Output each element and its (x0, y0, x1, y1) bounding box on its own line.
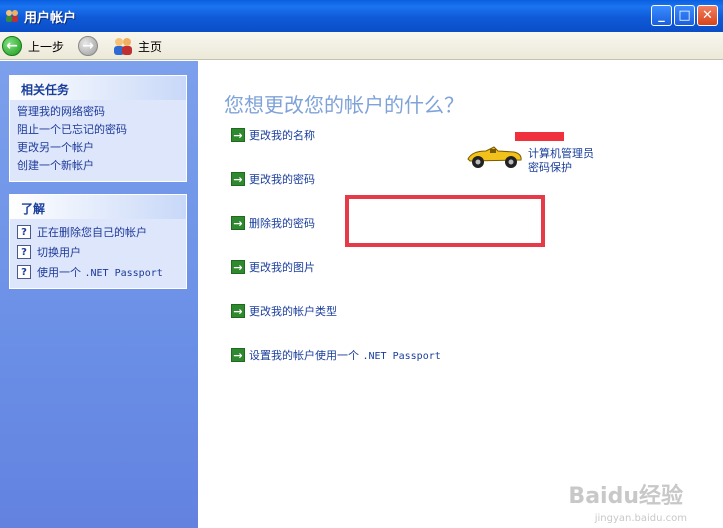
redacted-username (515, 132, 564, 141)
task-link-prevent-forgotten-password[interactable]: 阻止一个已忘记的密码 (17, 121, 186, 139)
green-arrow-icon: → (231, 348, 245, 362)
option-label: 设置我的帐户使用一个 .NET Passport (249, 349, 441, 362)
back-arrow-icon: ← (2, 36, 22, 56)
left-task-pane: 相关任务 管理我的网络密码 阻止一个已忘记的密码 更改另一个帐户 创建一个新帐户… (0, 61, 198, 528)
highlight-box (345, 195, 545, 247)
green-arrow-icon: → (231, 172, 245, 186)
green-arrow-icon: → (231, 216, 245, 230)
option-change-picture[interactable]: → 更改我的图片 (231, 259, 315, 275)
home-users-icon (114, 38, 132, 55)
learn-link-label: 正在删除您自己的帐户 (37, 226, 147, 239)
help-icon: ? (17, 225, 31, 239)
toolbar: ← 上一步 → 主页 (0, 32, 723, 60)
green-arrow-icon: → (231, 128, 245, 142)
minimize-button[interactable]: _ (651, 5, 672, 26)
learn-item-net-passport[interactable]: ? 使用一个 .NET Passport (17, 262, 186, 282)
learn-link-label: 切换用户 (37, 246, 81, 259)
task-link-manage-network-passwords[interactable]: 管理我的网络密码 (17, 103, 186, 121)
learn-about-box: 了解 ? 正在删除您自己的帐户 ? 切换用户 ? 使用一个 .NET Passp… (9, 194, 187, 289)
back-button[interactable]: ← 上一步 (2, 35, 64, 57)
users-icon (6, 10, 18, 22)
option-setup-net-passport[interactable]: → 设置我的帐户使用一个 .NET Passport (231, 347, 441, 363)
window-title: 用户帐户 (24, 11, 77, 26)
watermark-brand: Baidu经验 (568, 484, 683, 509)
option-change-name[interactable]: → 更改我的名称 (231, 127, 315, 143)
related-tasks-title: 相关任务 (10, 76, 186, 100)
back-label: 上一步 (28, 39, 65, 54)
green-arrow-icon: → (231, 260, 245, 274)
task-link-create-new-account[interactable]: 创建一个新帐户 (17, 157, 186, 175)
option-change-password[interactable]: → 更改我的密码 (231, 171, 315, 187)
help-icon: ? (17, 265, 31, 279)
race-car-icon (467, 146, 522, 168)
option-change-account-type[interactable]: → 更改我的帐户类型 (231, 303, 337, 319)
learn-about-title: 了解 (10, 195, 186, 219)
help-icon: ? (17, 245, 31, 259)
account-password-status: 密码保护 (528, 161, 572, 174)
option-label: 更改我的图片 (249, 261, 315, 274)
option-label: 删除我的密码 (249, 217, 315, 230)
maximize-button[interactable]: □ (674, 5, 695, 26)
page-heading: 您想更改您的帐户的什么？ (224, 93, 464, 117)
task-link-change-another-account[interactable]: 更改另一个帐户 (17, 139, 186, 157)
close-button[interactable]: ✕ (697, 5, 718, 26)
forward-arrow-icon: → (78, 36, 98, 56)
main-content: 您想更改您的帐户的什么？ → 更改我的名称 → 更改我的密码 → 删除我的密码 … (198, 61, 723, 528)
home-button[interactable]: 主页 (112, 35, 162, 57)
option-label: 更改我的密码 (249, 173, 315, 186)
watermark-url: jingyan.baidu.com (594, 513, 687, 524)
forward-button[interactable]: → (78, 35, 98, 57)
green-arrow-icon: → (231, 304, 245, 318)
learn-item-switch-users[interactable]: ? 切换用户 (17, 242, 186, 262)
option-label: 更改我的帐户类型 (249, 305, 337, 318)
home-label: 主页 (138, 39, 163, 54)
learn-item-deleting-own-account[interactable]: ? 正在删除您自己的帐户 (17, 222, 186, 242)
option-label: 更改我的名称 (249, 129, 315, 142)
option-remove-password[interactable]: → 删除我的密码 (231, 215, 315, 231)
related-tasks-box: 相关任务 管理我的网络密码 阻止一个已忘记的密码 更改另一个帐户 创建一个新帐户 (9, 75, 187, 182)
title-bar: 用户帐户 _ □ ✕ (0, 0, 723, 32)
learn-link-label: 使用一个 .NET Passport (37, 266, 163, 279)
